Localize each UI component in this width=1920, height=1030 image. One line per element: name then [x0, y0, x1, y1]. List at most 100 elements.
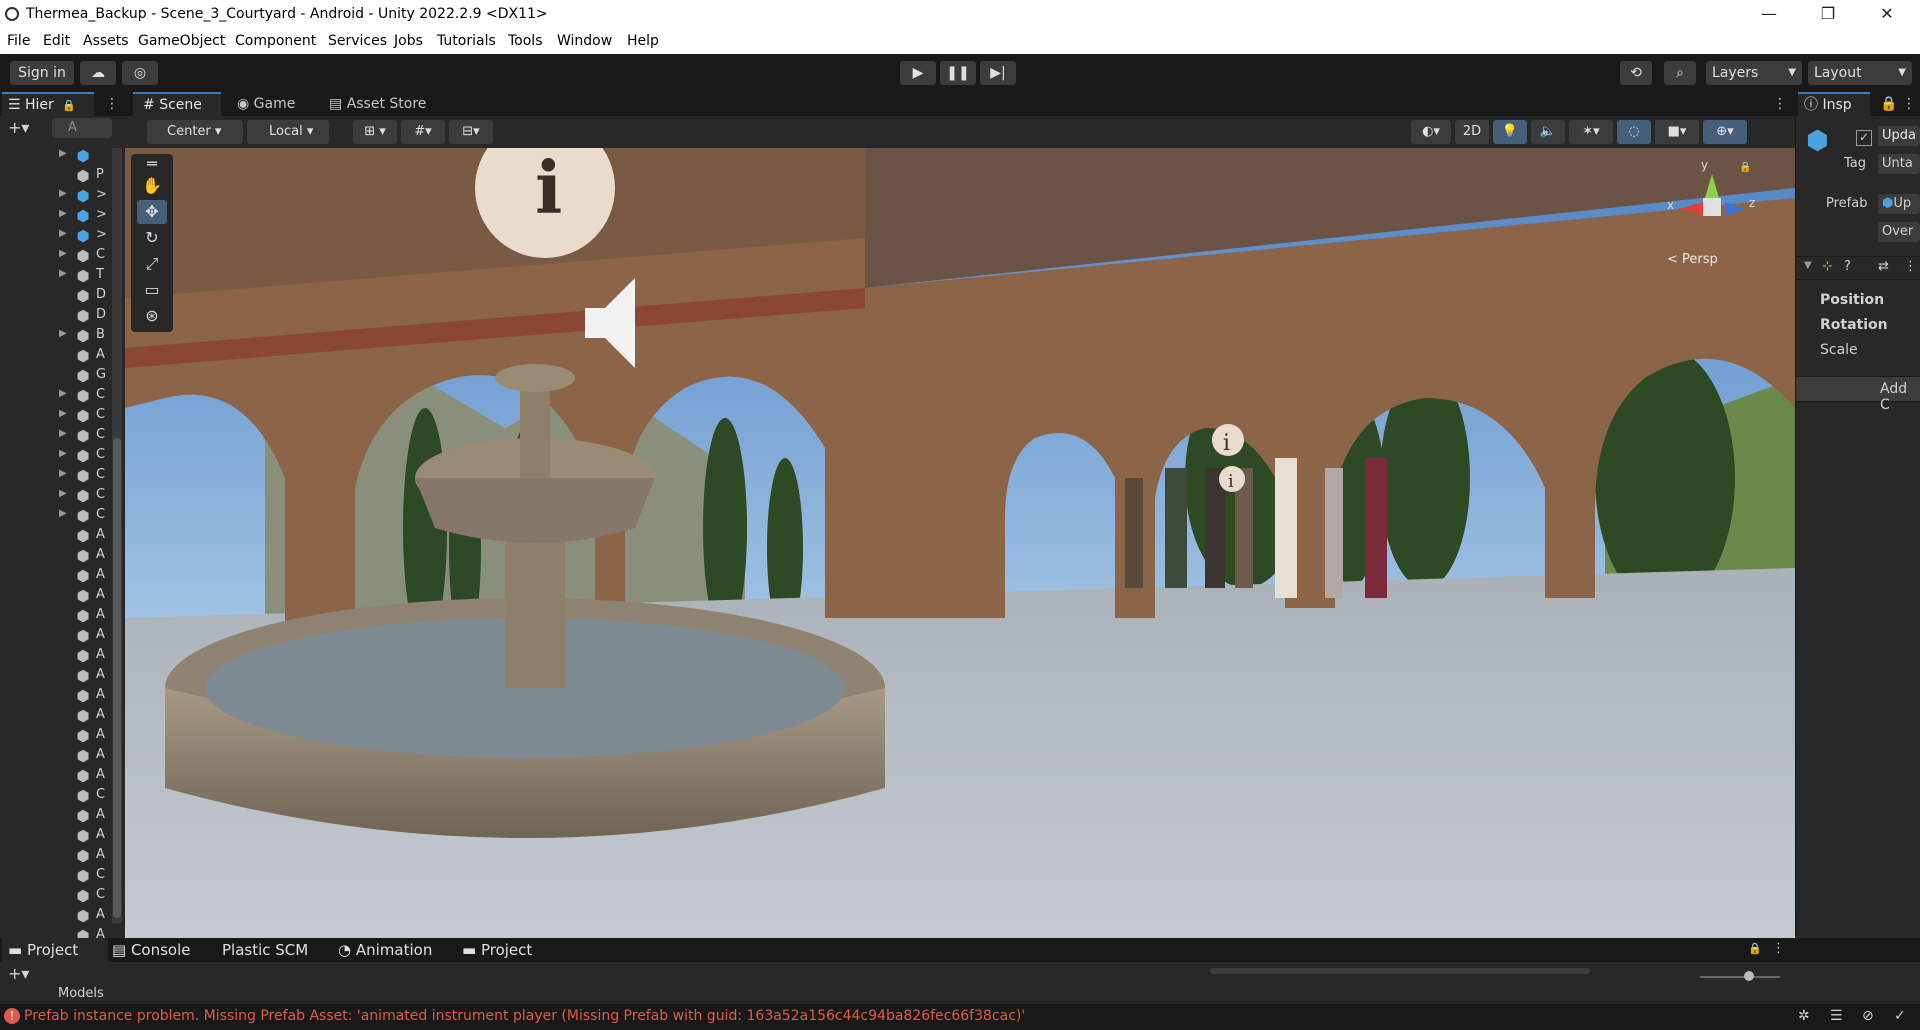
zoom-slider[interactable] [1700, 971, 1780, 981]
active-checkbox[interactable]: ✓ [1856, 130, 1872, 146]
lock-icon[interactable]: 🔒 [1880, 92, 1898, 116]
hierarchy-row[interactable]: ▶ ⬢ C [0, 486, 125, 506]
hidden-objects-icon[interactable]: ◌ [1617, 120, 1651, 144]
hierarchy-row[interactable]: ▶ ⬢ > [0, 186, 125, 206]
transform-header[interactable]: ▼ ⊹ ? ⇄ ⋮ [1796, 256, 1920, 280]
hand-tool-icon[interactable]: ✋ [137, 174, 167, 198]
scrollbar-thumb[interactable] [113, 438, 121, 918]
error-message[interactable]: Prefab instance problem. Missing Prefab … [24, 1008, 1025, 1024]
sign-in-button[interactable]: Sign in [10, 61, 74, 85]
more-menu-icon[interactable]: ⋮ [1772, 941, 1785, 956]
hierarchy-row[interactable]: ▶ ⬢ C [0, 506, 125, 526]
expand-arrow-icon[interactable]: ▶ [59, 508, 67, 519]
more-menu-icon[interactable]: ⋮ [102, 92, 122, 116]
maximize-button[interactable]: ❐ [1799, 0, 1857, 30]
play-icon[interactable]: ▶ [900, 61, 936, 85]
presets-icon[interactable]: ⇄ [1878, 259, 1889, 274]
menu-gameobject[interactable]: GameObject [138, 33, 225, 49]
debug-icon[interactable]: ✲ [1798, 1008, 1810, 1024]
tag-dropdown[interactable]: Unta [1878, 154, 1920, 174]
menu-assets[interactable]: Assets [83, 33, 129, 49]
expand-arrow-icon[interactable]: ▶ [59, 228, 67, 239]
hierarchy-row[interactable]: ▶ ⬢ [0, 146, 125, 166]
scene-viewport[interactable]: i i i ═ ✋ ✥ ↻ ⤢ ▭ ⊛ y x z 🔒 < Persp [125, 148, 1795, 938]
tab-plastic-scm[interactable]: Plastic SCM [222, 938, 322, 962]
gizmos-icon[interactable]: ⊕▾ [1703, 120, 1747, 144]
gizmo-center[interactable] [1703, 198, 1721, 216]
close-button[interactable]: ✕ [1858, 0, 1916, 30]
cloud-icon[interactable]: ☁ [80, 61, 116, 85]
menu-tools[interactable]: Tools [508, 33, 543, 49]
expand-arrow-icon[interactable]: ▶ [59, 148, 67, 159]
scale-tool-icon[interactable]: ⤢ [137, 252, 167, 276]
menu-jobs[interactable]: Jobs [394, 33, 423, 49]
expand-arrow-icon[interactable]: ▶ [59, 448, 67, 459]
layout-dropdown[interactable]: Layout ▼ [1808, 61, 1912, 85]
expand-arrow-icon[interactable]: ▶ [59, 188, 67, 199]
tab-project-2[interactable]: ▬ Project [462, 938, 552, 962]
hierarchy-row[interactable]: ⬢ A [0, 846, 125, 866]
tab-game[interactable]: ◉ Game [233, 92, 317, 116]
hierarchy-row[interactable]: ⬢ A [0, 646, 125, 666]
layers-dropdown[interactable]: Layers ▼ [1706, 61, 1802, 85]
tab-animation[interactable]: ◔ Animation [338, 938, 442, 962]
tab-project[interactable]: ▬ Project [2, 938, 108, 962]
collab-icon[interactable]: ◎ [122, 61, 158, 85]
menu-component[interactable]: Component [235, 33, 316, 49]
prefab-field[interactable]: ⬢Up [1878, 194, 1920, 214]
hierarchy-row[interactable]: ▶ ⬢ > [0, 206, 125, 226]
auto-generate-icon[interactable]: ⊘ [1862, 1008, 1874, 1024]
hierarchy-row[interactable]: ⬢ C [0, 866, 125, 886]
more-menu-icon[interactable]: ⋮ [1900, 92, 1918, 116]
audio-icon[interactable]: 🔈 [1531, 120, 1565, 144]
hierarchy-row[interactable]: ▶ ⬢ C [0, 246, 125, 266]
hierarchy-row[interactable]: ▶ ⬢ C [0, 466, 125, 486]
menu-help[interactable]: Help [627, 33, 659, 49]
expand-arrow-icon[interactable]: ▶ [59, 268, 67, 279]
hierarchy-row[interactable]: ▶ ⬢ C [0, 406, 125, 426]
history-icon[interactable]: ⟲ [1620, 61, 1652, 85]
expand-arrow-icon[interactable]: ▶ [59, 488, 67, 499]
tab-hierarchy[interactable]: ☰ Hier 🔒 [2, 92, 94, 116]
expand-arrow-icon[interactable]: ▶ [59, 208, 67, 219]
hierarchy-row[interactable]: ⬢ A [0, 826, 125, 846]
hierarchy-row[interactable]: ⬢ A [0, 686, 125, 706]
zoom-slider-thumb[interactable] [1744, 971, 1754, 981]
orientation-gizmo[interactable]: y x z 🔒 < Persp [1665, 158, 1775, 268]
expand-arrow-icon[interactable]: ▶ [59, 388, 67, 399]
overrides-dropdown[interactable]: Over [1878, 222, 1920, 242]
axis-z-cone[interactable] [1725, 202, 1745, 216]
expand-arrow-icon[interactable]: ▶ [59, 248, 67, 259]
tab-inspector[interactable]: ⓘ Insp [1798, 92, 1870, 116]
hierarchy-row[interactable]: ⬢ A [0, 606, 125, 626]
expand-arrow-icon[interactable]: ▶ [59, 468, 67, 479]
add-icon[interactable]: +▾ [8, 118, 29, 137]
rect-tool-icon[interactable]: ▭ [137, 278, 167, 302]
hierarchy-row[interactable]: ⬢ A [0, 706, 125, 726]
hierarchy-row[interactable]: ⬢ P [0, 166, 125, 186]
tab-console[interactable]: ▤ Console [112, 938, 208, 962]
add-icon[interactable]: +▾ [8, 964, 29, 983]
hierarchy-row[interactable]: ▶ ⬢ B [0, 326, 125, 346]
more-menu-icon[interactable]: ⋮ [1904, 259, 1917, 274]
tab-scene[interactable]: # Scene [133, 92, 221, 116]
hierarchy-search-input[interactable]: A [52, 118, 112, 138]
lighting-icon[interactable]: 💡 [1493, 120, 1527, 144]
expand-arrow-icon[interactable]: ▶ [59, 408, 67, 419]
hierarchy-row[interactable]: ⬢ C [0, 786, 125, 806]
search-icon[interactable]: ⌕ [1664, 61, 1696, 85]
lock-icon[interactable]: 🔒 [1739, 162, 1751, 173]
hierarchy-row[interactable]: ⬢ A [0, 346, 125, 366]
drag-handle-icon[interactable]: ═ [137, 156, 167, 172]
rotate-tool-icon[interactable]: ↻ [137, 226, 167, 250]
object-name-field[interactable]: Upda [1878, 126, 1920, 146]
shading-mode-icon[interactable]: ◐▾ [1411, 120, 1451, 144]
menu-window[interactable]: Window [557, 33, 612, 49]
hierarchy-scrollbar[interactable] [112, 148, 122, 923]
more-menu-icon[interactable]: ⋮ [1770, 92, 1790, 116]
lock-icon[interactable]: 🔒 [62, 99, 76, 112]
axis-y-cone[interactable] [1705, 174, 1719, 198]
hierarchy-row[interactable]: ▶ ⬢ C [0, 426, 125, 446]
hierarchy-row[interactable]: ⬢ A [0, 586, 125, 606]
tab-asset-store[interactable]: ▤ Asset Store [329, 92, 449, 116]
